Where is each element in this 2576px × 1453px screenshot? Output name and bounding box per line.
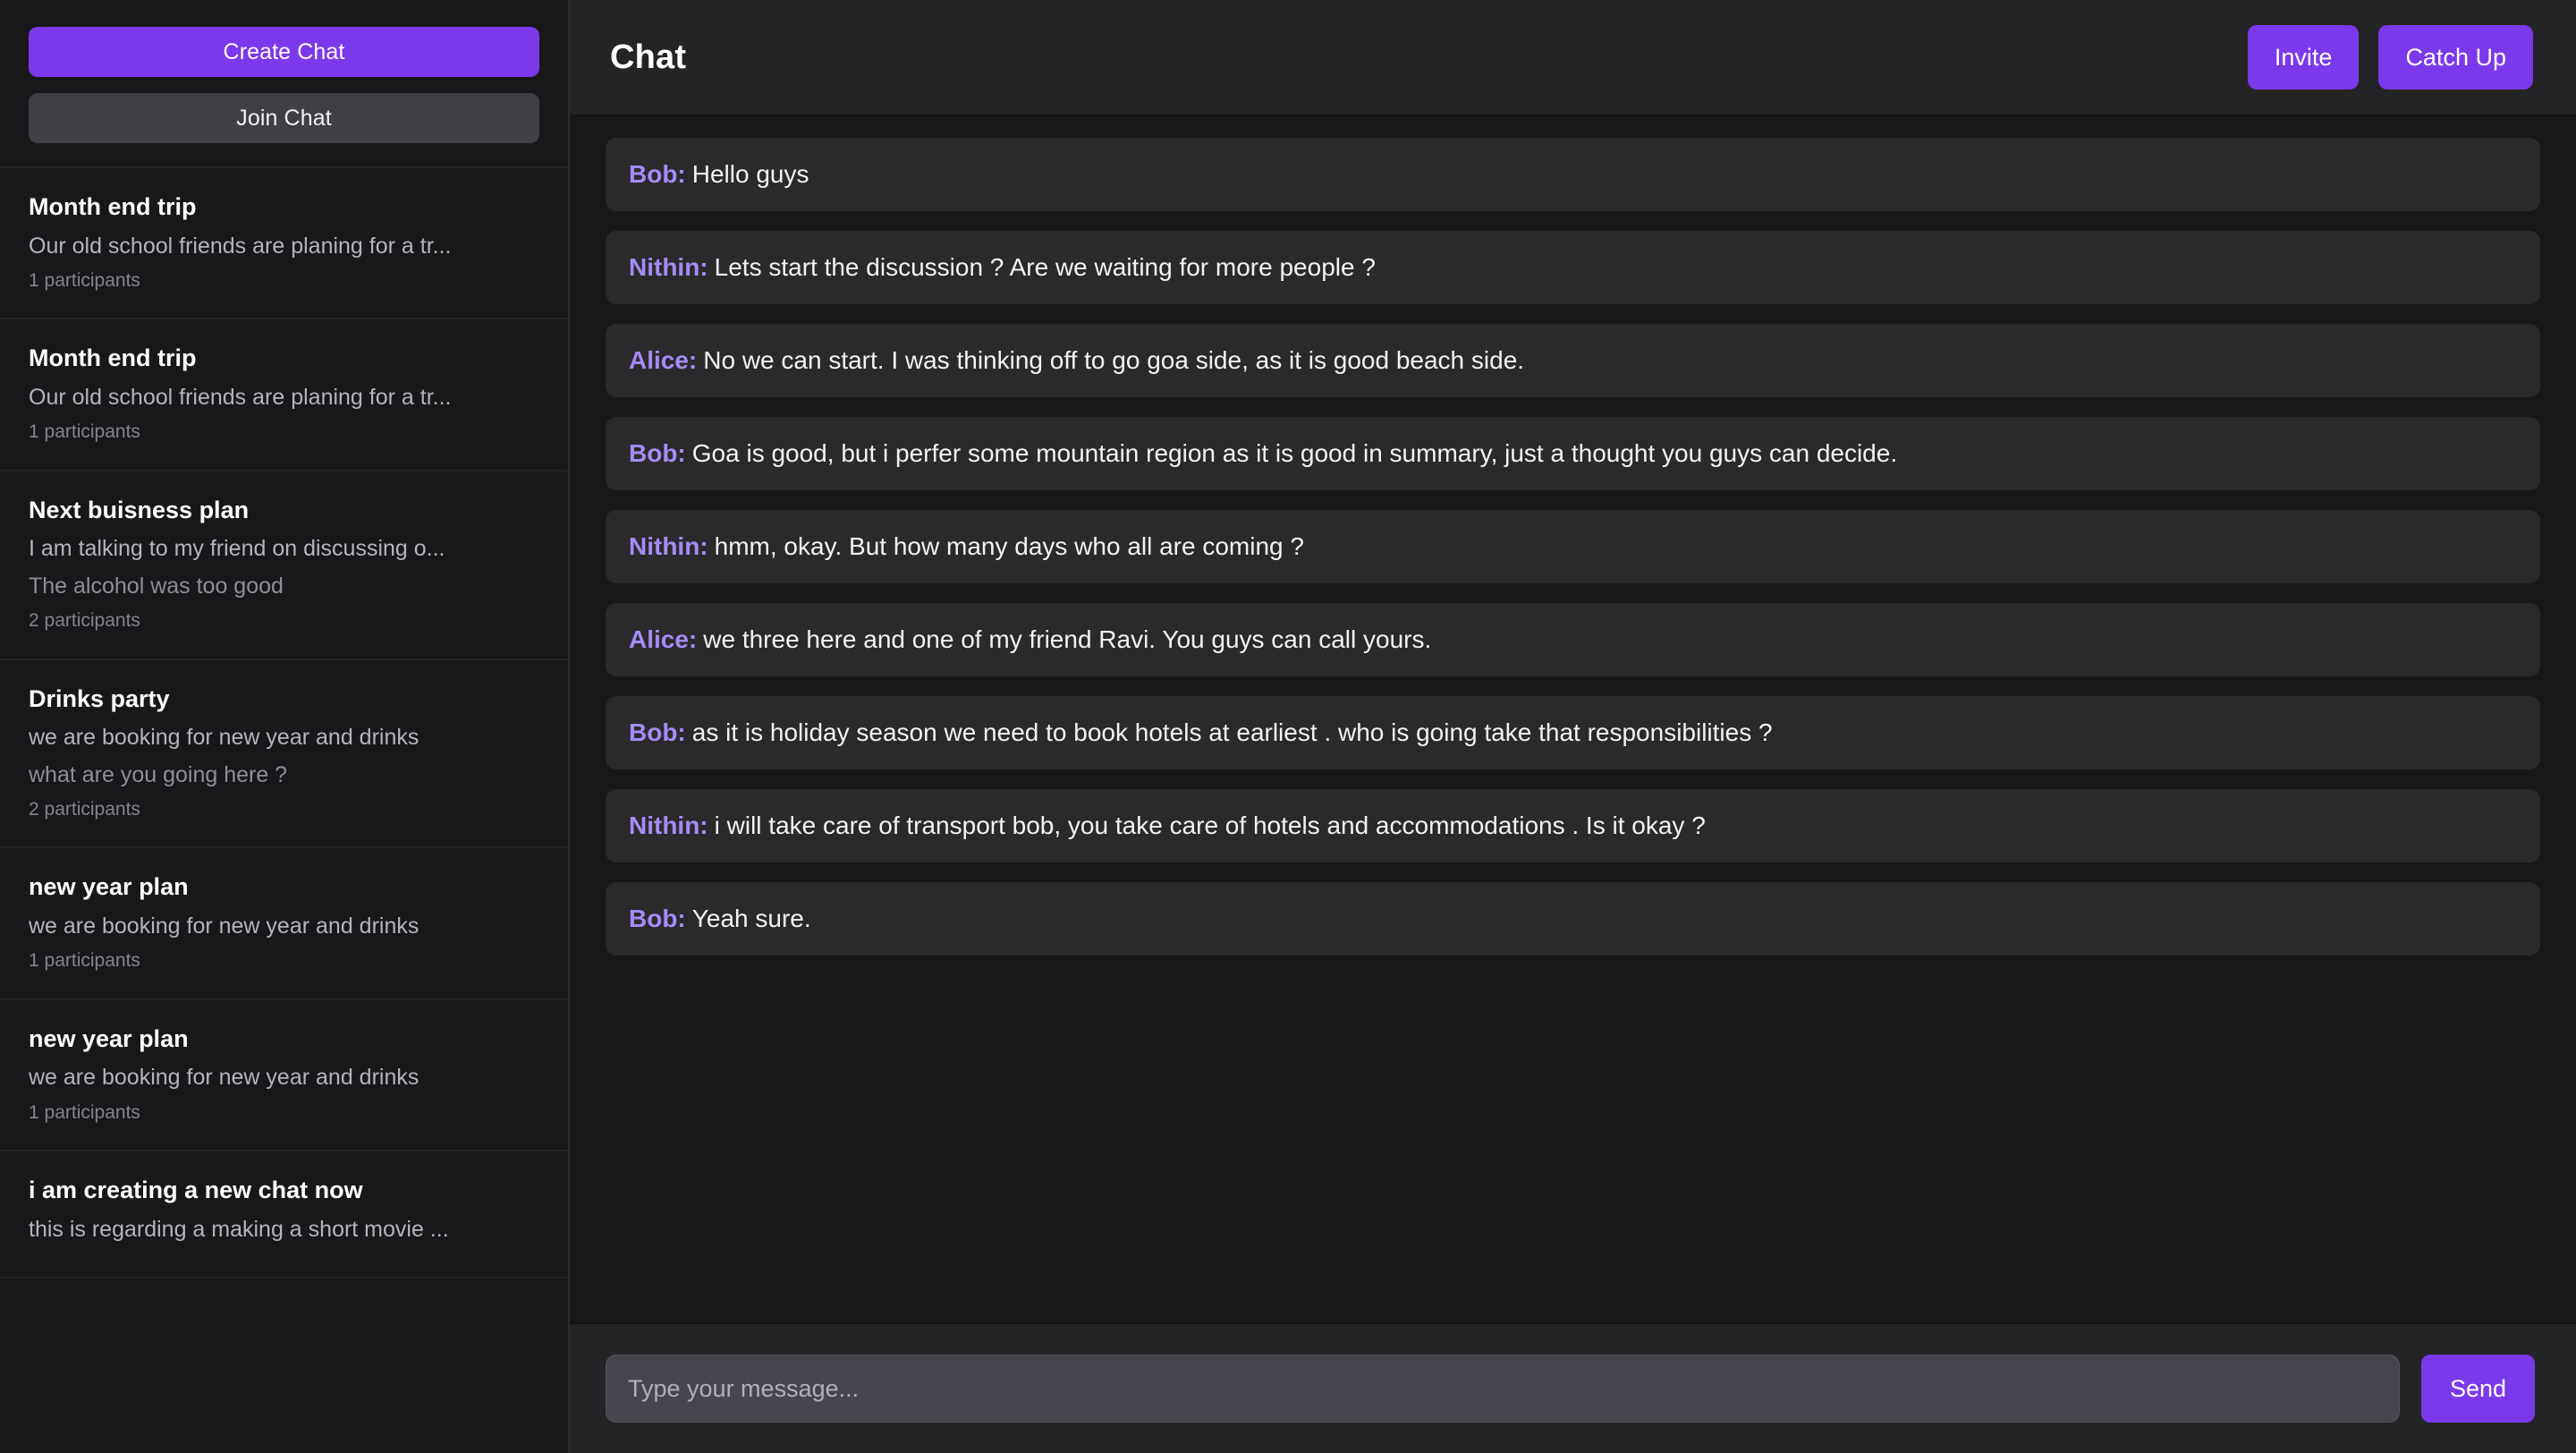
message-text: i will take care of transport bob, you t…: [714, 811, 1706, 840]
chat-main-panel: Chat Invite Catch Up Bob: Hello guys Nithi…: [570, 0, 2576, 1453]
chat-item-last-message: The alcohol was too good: [29, 573, 284, 599]
message-sender: Nithin:: [629, 532, 708, 561]
page-title: Chat: [610, 38, 687, 76]
chat-list-item[interactable]: new year plan we are booking for new year…: [0, 1000, 568, 1152]
sidebar-actions: Create Chat Join Chat: [0, 0, 568, 168]
message-text: Hello guys: [691, 160, 809, 189]
message-bubble: Bob: Hello guys: [606, 138, 2540, 211]
chat-item-description: I am talking to my friend on discussing …: [29, 536, 445, 562]
chat-item-participants: 1 participants: [29, 950, 140, 972]
chat-list-item[interactable]: Next buisness plan I am talking to my fri…: [0, 472, 568, 660]
message-bubble: Bob: Goa is good, but i perfer some mount…: [606, 417, 2540, 490]
chat-item-title: Next buisness plan: [29, 496, 250, 523]
message-text: Goa is good, but i perfer some mountain …: [691, 439, 1898, 468]
message-line: Bob: Yeah sure.: [629, 902, 811, 936]
message-list[interactable]: Bob: Hello guys Nithin: Lets start the disc…: [570, 116, 2576, 1322]
message-bubble: Alice: No we can start. I was thinking of…: [606, 324, 2540, 397]
chat-header: Chat Invite Catch Up: [570, 0, 2576, 116]
invite-button[interactable]: Invite: [2247, 25, 2360, 89]
chat-item-participants: 1 participants: [29, 270, 140, 292]
message-text: as it is holiday season we need to book …: [691, 718, 1773, 747]
chat-item-description: we are booking for new year and drinks: [29, 725, 419, 751]
message-sender: Bob:: [629, 160, 686, 189]
chat-item-participants: 2 participants: [29, 799, 140, 820]
chat-list-item[interactable]: i am creating a new chat now this is rega…: [0, 1151, 568, 1279]
message-input[interactable]: [606, 1355, 2400, 1423]
chat-item-title: Drinks party: [29, 684, 170, 712]
sidebar: Create Chat Join Chat Month end trip Our …: [0, 0, 570, 1453]
message-bubble: Nithin: hmm, okay. But how many days who …: [606, 510, 2540, 583]
chat-item-participants: 1 participants: [29, 1101, 140, 1123]
message-line: Alice: No we can start. I was thinking of…: [629, 344, 1524, 378]
chat-item-title: new year plan: [29, 1024, 189, 1052]
chat-item-title: Month end trip: [29, 193, 197, 220]
chat-item-description: Our old school friends are planing for a…: [29, 233, 452, 259]
chat-item-title: Month end trip: [29, 344, 197, 372]
message-sender: Alice:: [629, 625, 698, 654]
chat-list-item[interactable]: new year plan we are booking for new year…: [0, 848, 568, 1000]
message-text: Yeah sure.: [691, 905, 811, 933]
message-line: Nithin: i will take care of transport bob…: [629, 809, 1706, 843]
message-text: hmm, okay. But how many days who all are…: [714, 532, 1304, 561]
message-bubble: Nithin: Lets start the discussion ? Are w…: [606, 231, 2540, 304]
send-button[interactable]: Send: [2420, 1355, 2535, 1423]
chat-item-description: we are booking for new year and drinks: [29, 1065, 419, 1091]
chat-item-participants: 2 participants: [29, 610, 140, 632]
chat-list[interactable]: Month end trip Our old school friends are…: [0, 168, 568, 1453]
chat-item-last-message: what are you going here ?: [29, 761, 288, 787]
join-chat-button[interactable]: Join Chat: [29, 93, 539, 143]
message-bubble: Bob: Yeah sure.: [606, 882, 2540, 956]
message-text: we three here and one of my friend Ravi.…: [703, 625, 1432, 654]
message-line: Alice: we three here and one of my friend…: [629, 623, 1431, 657]
message-line: Nithin: Lets start the discussion ? Are w…: [629, 251, 1376, 285]
message-sender: Alice:: [629, 346, 698, 375]
chat-item-description: this is regarding a making a short movie…: [29, 1216, 449, 1242]
chat-item-title: i am creating a new chat now: [29, 1177, 363, 1204]
message-sender: Nithin:: [629, 811, 708, 840]
chat-item-title: new year plan: [29, 873, 189, 901]
chat-item-description: we are booking for new year and drinks: [29, 913, 419, 939]
chat-list-item[interactable]: Month end trip Our old school friends are…: [0, 319, 568, 472]
chat-list-item[interactable]: Drinks party we are booking for new year …: [0, 660, 568, 849]
catch-up-button[interactable]: Catch Up: [2378, 25, 2533, 89]
message-bubble: Bob: as it is holiday season we need to b…: [606, 696, 2540, 769]
chat-item-description: Our old school friends are planing for a…: [29, 384, 452, 410]
message-composer: Send: [570, 1322, 2576, 1453]
create-chat-button[interactable]: Create Chat: [29, 27, 539, 77]
message-text: Lets start the discussion ? Are we waiti…: [714, 253, 1376, 282]
message-sender: Bob:: [629, 718, 686, 747]
message-bubble: Nithin: i will take care of transport bob…: [606, 789, 2540, 862]
message-line: Bob: Goa is good, but i perfer some mount…: [629, 437, 1897, 471]
message-sender: Bob:: [629, 439, 686, 468]
chat-app: Create Chat Join Chat Month end trip Our …: [0, 0, 2576, 1453]
message-text: No we can start. I was thinking off to g…: [703, 346, 1525, 375]
message-sender: Nithin:: [629, 253, 708, 282]
chat-header-actions: Invite Catch Up: [2247, 25, 2533, 89]
message-bubble: Alice: we three here and one of my friend…: [606, 603, 2540, 676]
message-sender: Bob:: [629, 905, 686, 933]
chat-list-item[interactable]: Month end trip Our old school friends are…: [0, 168, 568, 320]
message-line: Bob: as it is holiday season we need to b…: [629, 716, 1773, 750]
message-line: Bob: Hello guys: [629, 157, 809, 191]
chat-item-participants: 1 participants: [29, 421, 140, 443]
message-line: Nithin: hmm, okay. But how many days who …: [629, 530, 1304, 564]
